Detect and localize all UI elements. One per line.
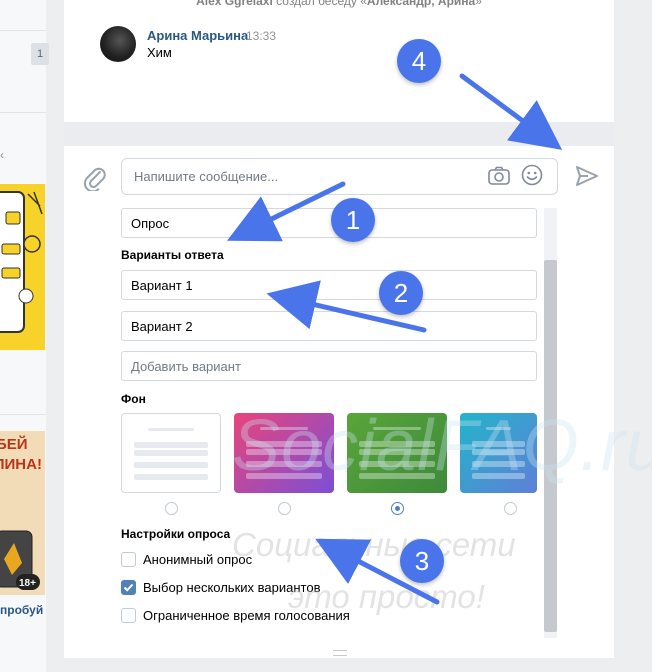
annotation-arrow-4 bbox=[459, 73, 563, 150]
annotation-badge: 1 bbox=[331, 198, 375, 242]
annotation-arrow-1 bbox=[227, 181, 346, 242]
annotation-badge: 4 bbox=[397, 39, 441, 83]
annotation-arrows bbox=[227, 73, 563, 605]
annotation-badge: 3 bbox=[400, 539, 444, 583]
annotation-badge: 2 bbox=[379, 271, 423, 315]
